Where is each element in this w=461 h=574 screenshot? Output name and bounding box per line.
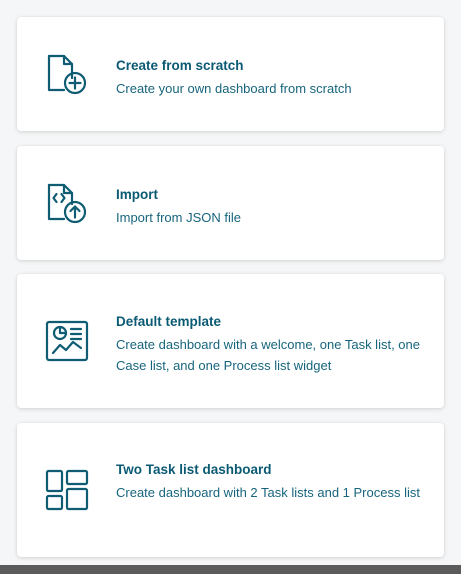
card-text: Import Import from JSON file	[116, 186, 426, 228]
default-template-card[interactable]: Default template Create dashboard with a…	[17, 274, 444, 408]
card-description: Create your own dashboard from scratch	[116, 81, 352, 96]
file-plus-icon	[45, 52, 89, 96]
create-from-scratch-card[interactable]: Create from scratch Create your own dash…	[17, 17, 444, 131]
card-text: Default template Create dashboard with a…	[116, 313, 426, 376]
card-title: Import	[116, 187, 158, 202]
chart-template-icon	[45, 319, 89, 363]
two-task-list-dashboard-card[interactable]: Two Task list dashboard Create dashboard…	[17, 423, 444, 557]
import-card[interactable]: Import Import from JSON file	[17, 146, 444, 260]
card-description: Create dashboard with 2 Task lists and 1…	[116, 485, 420, 500]
card-title: Default template	[116, 314, 222, 329]
layout-grid-icon	[45, 468, 89, 512]
card-title: Create from scratch	[116, 58, 244, 73]
card-title: Two Task list dashboard	[116, 462, 272, 477]
bottom-scrollbar-edge	[0, 565, 461, 574]
card-text: Create from scratch Create your own dash…	[116, 57, 426, 99]
card-description: Create dashboard with a welcome, one Tas…	[116, 337, 420, 373]
file-code-upload-icon	[45, 181, 89, 225]
card-description: Import from JSON file	[116, 210, 241, 225]
card-text: Two Task list dashboard Create dashboard…	[116, 461, 426, 503]
